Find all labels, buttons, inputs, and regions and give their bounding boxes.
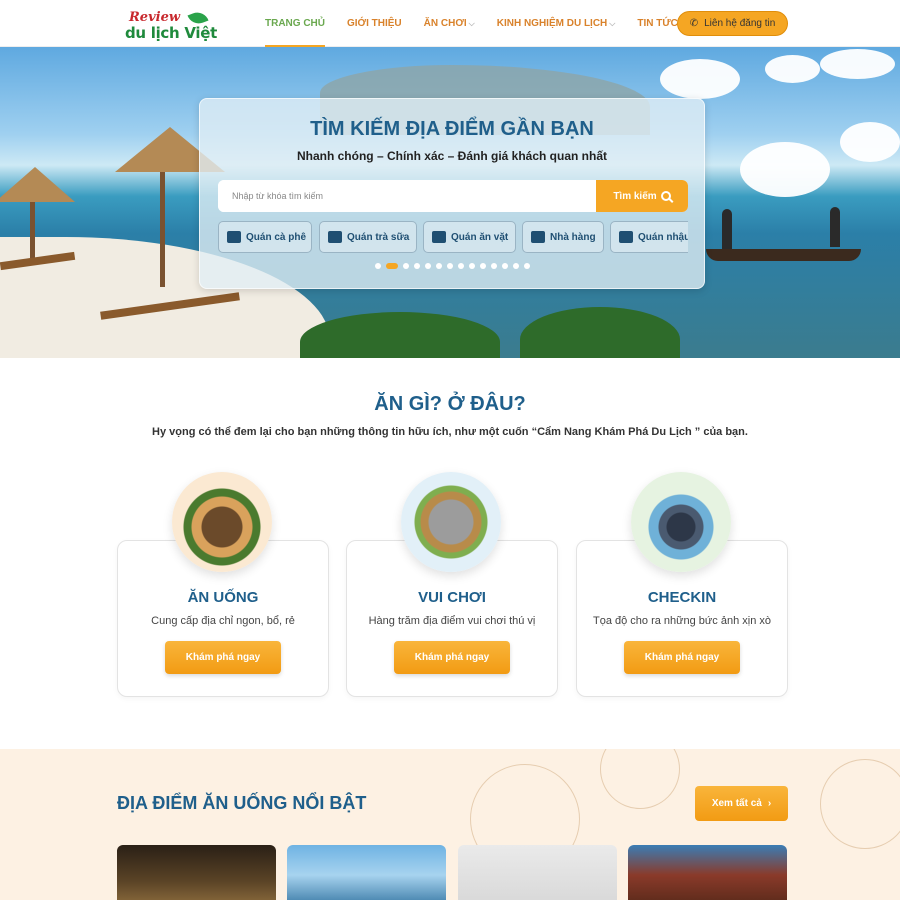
card-title: CHECKIN	[647, 589, 717, 606]
card-description: Hàng trăm địa điểm vui chơi thú vị	[368, 615, 536, 627]
featured-section: ĐỊA ĐIỂM ĂN UỐNG NỔI BẬT Xem tất cả ›	[0, 749, 900, 900]
cloud	[660, 59, 740, 99]
nav-label: TIN TỨC	[637, 18, 678, 29]
nav-item-news[interactable]: TIN TỨC	[637, 0, 678, 47]
milk-tea-icon	[328, 231, 342, 243]
featured-title: ĐỊA ĐIỂM ĂN UỐNG NỔI BẬT	[117, 793, 367, 813]
cloud	[740, 142, 830, 197]
category-label: Nhà hàng	[550, 231, 596, 243]
category-coffee[interactable]: Quán cà phê	[218, 221, 312, 253]
app-thumbnail[interactable]	[458, 845, 617, 900]
nav-item-home[interactable]: TRANG CHỦ	[265, 0, 325, 47]
search-panel: TÌM KIẾM ĐỊA ĐIỂM GẦN BẠN Nhanh chóng – …	[199, 98, 705, 289]
site-logo[interactable]: Review du lịch Việt	[125, 9, 220, 42]
cloud	[820, 49, 895, 79]
umbrella-pole	[160, 172, 165, 287]
explore-button[interactable]: Khám phá ngay	[165, 641, 281, 674]
search-button-label: Tìm kiếm	[613, 190, 657, 202]
card-description: Cung cấp địa chỉ ngon, bổ, rẻ	[151, 615, 295, 627]
category-beer[interactable]: Quán nhậu	[610, 221, 688, 253]
category-label: Quán cà phê	[246, 231, 307, 243]
logo-top-text: Review	[129, 10, 181, 25]
contact-button[interactable]: ✆ Liên hệ đăng tin	[677, 11, 788, 36]
slider-dot[interactable]	[479, 263, 486, 269]
slider-dot[interactable]	[385, 263, 398, 269]
card-description: Tọa độ cho ra những bức ảnh xịn xò	[592, 615, 771, 627]
cloud	[840, 122, 900, 162]
card-title: VUI CHƠI	[418, 589, 486, 606]
foliage	[520, 307, 680, 358]
nav-label: TRANG CHỦ	[265, 18, 325, 29]
category-label: Quán ăn vặt	[451, 231, 509, 243]
search-box: Tìm kiếm	[218, 180, 688, 212]
see-all-label: Xem tất cả	[711, 798, 762, 809]
nav-label: ĂN CHƠI	[423, 18, 467, 29]
section-description: Hy vọng có thể đem lại cho bạn những thô…	[152, 426, 748, 438]
category-label: Quán nhậu	[638, 231, 688, 243]
logo-main-text: du lịch Việt	[125, 24, 217, 42]
beer-icon	[619, 231, 633, 243]
fisherman	[830, 207, 840, 247]
pagoda-thumbnail[interactable]	[628, 845, 787, 900]
slider-dot[interactable]	[490, 263, 497, 269]
search-button[interactable]: Tìm kiếm	[596, 180, 688, 212]
search-subtitle: Nhanh chóng – Chính xác – Đánh giá khách…	[296, 149, 608, 163]
fisherman	[722, 209, 732, 249]
golden-bridge-image	[401, 472, 501, 572]
explore-button[interactable]: Khám phá ngay	[624, 641, 740, 674]
slider-dot[interactable]	[424, 263, 431, 269]
foliage	[300, 312, 500, 358]
category-restaurant[interactable]: Nhà hàng	[522, 221, 604, 253]
camera-photos-image	[631, 472, 731, 572]
contact-label: Liên hệ đăng tin	[704, 18, 776, 29]
chevron-down-icon: ⌵	[468, 18, 475, 28]
bar-thumbnail[interactable]	[117, 845, 276, 900]
slider-dot[interactable]	[468, 263, 475, 269]
slider-dot[interactable]	[413, 263, 420, 269]
beach-thumbnail[interactable]	[287, 845, 446, 900]
category-label: Quán trà sữa	[347, 231, 410, 243]
category-milk-tea[interactable]: Quán trà sữa	[319, 221, 417, 253]
search-title: TÌM KIẾM ĐỊA ĐIỂM GẦN BẠN	[310, 118, 594, 140]
slider-dot[interactable]	[402, 263, 409, 269]
nav-item-about[interactable]: GIỚI THIỆU	[347, 0, 402, 47]
search-icon	[660, 191, 671, 201]
slider-dot[interactable]	[435, 263, 442, 269]
chevron-down-icon: ⌵	[609, 18, 616, 28]
search-input[interactable]	[218, 180, 596, 212]
category-snack[interactable]: Quán ăn vặt	[423, 221, 516, 253]
see-all-button[interactable]: Xem tất cả ›	[695, 786, 788, 821]
decorative-sketch	[820, 759, 900, 849]
card-title: ĂN UỐNG	[187, 589, 259, 606]
slider-dot[interactable]	[446, 263, 453, 269]
slider-dot[interactable]	[501, 263, 508, 269]
nav-label: GIỚI THIỆU	[347, 18, 402, 29]
food-dish-image	[172, 472, 272, 572]
explore-button[interactable]: Khám phá ngay	[394, 641, 510, 674]
site-header: Review du lịch Việt TRANG CHỦ GIỚI THIỆU…	[0, 0, 900, 47]
hero-banner: TÌM KIẾM ĐỊA ĐIỂM GẦN BẠN Nhanh chóng – …	[0, 47, 900, 358]
snack-icon	[432, 231, 446, 243]
chevron-right-icon: ›	[767, 798, 772, 809]
coffee-icon	[227, 231, 241, 243]
slider-dot[interactable]	[512, 263, 519, 269]
cloud	[765, 55, 820, 83]
nav-item-an-choi[interactable]: ĂN CHƠI ⌵	[424, 0, 475, 47]
phone-icon: ✆	[689, 18, 699, 29]
main-nav: TRANG CHỦ GIỚI THIỆU ĂN CHƠI ⌵ KINH NGHIỆ…	[265, 0, 700, 47]
fishing-boat	[706, 249, 861, 261]
nav-label: KINH NGHIỆM DU LỊCH	[496, 18, 608, 29]
section-title: ĂN GÌ? Ở ĐÂU?	[374, 393, 526, 415]
slider-dot[interactable]	[523, 263, 530, 269]
restaurant-icon	[531, 231, 545, 243]
decorative-sketch	[600, 749, 680, 809]
category-list: Quán cà phê Quán trà sữa Quán ăn vặt Nhà…	[218, 221, 688, 253]
umbrella-pole	[30, 202, 35, 262]
slider-dots	[200, 263, 704, 269]
slider-dot[interactable]	[457, 263, 464, 269]
slider-dot[interactable]	[374, 263, 381, 269]
beach-umbrella	[0, 167, 75, 202]
nav-item-travel-tips[interactable]: KINH NGHIỆM DU LỊCH ⌵	[497, 0, 616, 47]
